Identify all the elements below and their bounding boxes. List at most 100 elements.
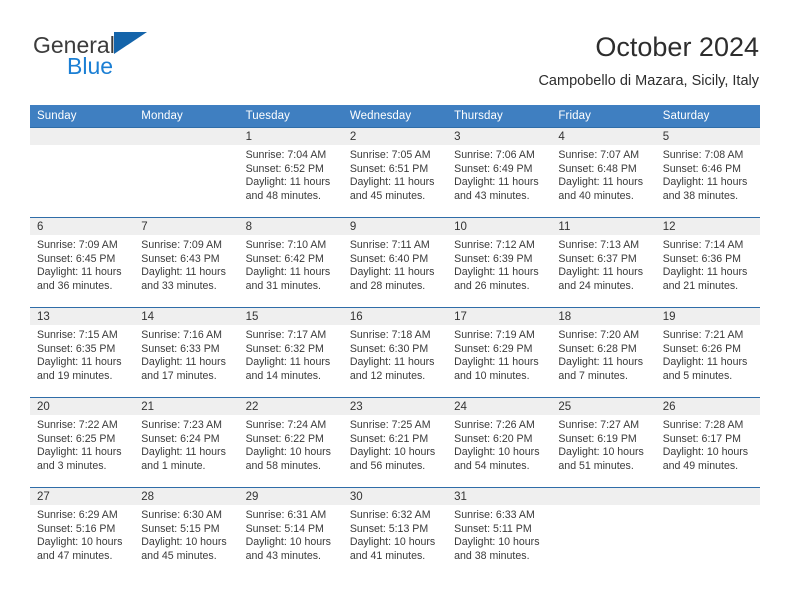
calendar-day-cell[interactable]: 28 Sunrise: 6:30 AM Sunset: 5:15 PM Dayligh… — [134, 487, 239, 578]
day-number: 21 — [134, 398, 239, 415]
calendar-day-cell[interactable]: 22 Sunrise: 7:24 AM Sunset: 6:22 PM Dayligh… — [238, 397, 343, 488]
calendar-day-cell[interactable]: 19 Sunrise: 7:21 AM Sunset: 6:26 PM Dayligh… — [655, 307, 760, 398]
page-subtitle: Campobello di Mazara, Sicily, Italy — [538, 73, 759, 89]
sunset-text: Sunset: 5:13 PM — [349, 522, 429, 535]
day-number: 5 — [655, 128, 760, 145]
sunrise-text: Sunrise: 7:20 AM — [558, 329, 640, 341]
calendar-day-cell[interactable]: 13 Sunrise: 7:15 AM Sunset: 6:35 PM Dayligh… — [30, 307, 135, 398]
calendar-day-cell[interactable]: 5 Sunrise: 7:08 AM Sunset: 6:46 PM Daylight… — [655, 127, 760, 218]
day-details: Sunrise: 7:06 AM Sunset: 6:49 PM Daylight:… — [447, 145, 551, 203]
calendar-grid: Sunday Monday Tuesday Wednesday Thursday… — [30, 105, 760, 578]
daylight-text-line2: and 21 minutes. — [662, 279, 739, 292]
calendar-day-cell[interactable]: 4 Sunrise: 7:07 AM Sunset: 6:48 PM Daylight… — [551, 127, 656, 218]
daylight-text-line2: and 43 minutes. — [454, 189, 530, 202]
calendar-day-cell[interactable]: 29 Sunrise: 6:31 AM Sunset: 5:14 PM Dayligh… — [238, 487, 343, 578]
sunrise-text: Sunrise: 7:06 AM — [454, 149, 535, 161]
weekday-header-wednesday: Wednesday — [342, 105, 448, 128]
day-number — [134, 128, 239, 145]
daylight-text-line2: and 12 minutes. — [349, 369, 426, 382]
day-number: 19 — [655, 308, 760, 325]
day-details: Sunrise: 6:33 AM Sunset: 5:11 PM Daylight:… — [447, 505, 551, 563]
page-header: General Blue October 2024 Campobello di … — [30, 30, 759, 98]
sunset-text: Sunset: 6:19 PM — [558, 432, 637, 445]
daylight-text-line2: and 56 minutes. — [349, 459, 426, 472]
sunset-text: Sunset: 6:49 PM — [454, 162, 533, 175]
calendar-day-cell[interactable]: 6 Sunrise: 7:09 AM Sunset: 6:45 PM Daylight… — [30, 217, 135, 308]
calendar-day-cell[interactable]: 23 Sunrise: 7:25 AM Sunset: 6:21 PM Dayligh… — [342, 397, 448, 488]
calendar-day-cell[interactable]: 11 Sunrise: 7:13 AM Sunset: 6:37 PM Dayligh… — [551, 217, 656, 308]
daylight-text-line1: Daylight: 10 hours — [141, 536, 227, 549]
sunset-text: Sunset: 6:29 PM — [454, 342, 533, 355]
day-details: Sunrise: 7:17 AM Sunset: 6:32 PM Daylight:… — [239, 325, 343, 383]
daylight-text-line1: Daylight: 11 hours — [558, 266, 644, 279]
calendar-day-cell[interactable]: 14 Sunrise: 7:16 AM Sunset: 6:33 PM Dayligh… — [134, 307, 239, 398]
daylight-text-line2: and 7 minutes. — [558, 369, 628, 382]
daylight-text-line1: Daylight: 11 hours — [454, 266, 539, 279]
sunset-text: Sunset: 6:33 PM — [141, 342, 220, 355]
calendar-day-cell[interactable]: 12 Sunrise: 7:14 AM Sunset: 6:36 PM Dayligh… — [655, 217, 760, 308]
calendar-day-cell[interactable]: 20 Sunrise: 7:22 AM Sunset: 6:25 PM Dayligh… — [30, 397, 135, 488]
calendar-day-cell[interactable]: 15 Sunrise: 7:17 AM Sunset: 6:32 PM Dayligh… — [238, 307, 343, 398]
day-number: 17 — [447, 308, 552, 325]
calendar-day-cell[interactable]: 31 Sunrise: 6:33 AM Sunset: 5:11 PM Dayligh… — [447, 487, 552, 578]
calendar-day-cell[interactable]: 21 Sunrise: 7:23 AM Sunset: 6:24 PM Dayligh… — [134, 397, 239, 488]
calendar-day-cell[interactable]: 1 Sunrise: 7:04 AM Sunset: 6:52 PM Daylight… — [238, 127, 343, 218]
day-number: 2 — [342, 128, 448, 145]
day-number: 13 — [30, 308, 135, 325]
sunset-text: Sunset: 5:14 PM — [245, 522, 324, 535]
daylight-text-line1: Daylight: 11 hours — [349, 356, 435, 369]
day-number: 12 — [655, 218, 760, 235]
sunrise-text: Sunrise: 7:15 AM — [37, 329, 118, 341]
weekday-header-sunday: Sunday — [30, 105, 135, 128]
day-details: Sunrise: 7:13 AM Sunset: 6:37 PM Daylight:… — [551, 235, 655, 293]
day-details: Sunrise: 7:18 AM Sunset: 6:30 PM Daylight:… — [343, 325, 447, 383]
daylight-text-line1: Daylight: 10 hours — [662, 446, 749, 459]
calendar-day-cell[interactable]: 8 Sunrise: 7:10 AM Sunset: 6:42 PM Daylight… — [238, 217, 343, 308]
daylight-text-line2: and 54 minutes. — [454, 459, 530, 472]
sunset-text: Sunset: 5:16 PM — [37, 522, 116, 535]
calendar-day-cell[interactable]: 25 Sunrise: 7:27 AM Sunset: 6:19 PM Dayligh… — [551, 397, 656, 488]
calendar-day-cell[interactable]: 16 Sunrise: 7:18 AM Sunset: 6:30 PM Dayligh… — [342, 307, 448, 398]
day-details: Sunrise: 7:16 AM Sunset: 6:33 PM Daylight:… — [134, 325, 238, 383]
calendar-day-cell[interactable]: 30 Sunrise: 6:32 AM Sunset: 5:13 PM Dayligh… — [342, 487, 448, 578]
calendar-day-cell[interactable]: 10 Sunrise: 7:12 AM Sunset: 6:39 PM Dayligh… — [447, 217, 552, 308]
day-number: 29 — [238, 488, 343, 505]
calendar-day-cell[interactable]: 18 Sunrise: 7:20 AM Sunset: 6:28 PM Dayligh… — [551, 307, 656, 398]
daylight-text-line1: Daylight: 10 hours — [454, 536, 540, 549]
calendar-day-cell[interactable]: 27 Sunrise: 6:29 AM Sunset: 5:16 PM Dayligh… — [30, 487, 135, 578]
sunrise-text: Sunrise: 7:22 AM — [37, 419, 118, 431]
calendar-day-cell[interactable]: 3 Sunrise: 7:06 AM Sunset: 6:49 PM Daylight… — [447, 127, 552, 218]
day-number: 23 — [342, 398, 448, 415]
daylight-text-line1: Daylight: 11 hours — [662, 356, 748, 369]
daylight-text-line1: Daylight: 11 hours — [37, 266, 122, 279]
sunrise-text: Sunrise: 7:11 AM — [349, 239, 430, 251]
daylight-text-line1: Daylight: 11 hours — [37, 356, 122, 369]
day-details: Sunrise: 7:24 AM Sunset: 6:22 PM Daylight:… — [239, 415, 343, 473]
daylight-text-line2: and 1 minute. — [141, 459, 206, 472]
daylight-text-line1: Daylight: 10 hours — [558, 446, 644, 459]
calendar-day-cell[interactable]: 26 Sunrise: 7:28 AM Sunset: 6:17 PM Dayligh… — [655, 397, 760, 488]
sunrise-text: Sunrise: 7:21 AM — [662, 329, 744, 341]
daylight-text-line2: and 17 minutes. — [141, 369, 217, 382]
calendar-day-cell[interactable]: 2 Sunrise: 7:05 AM Sunset: 6:51 PM Daylight… — [342, 127, 448, 218]
daylight-text-line2: and 24 minutes. — [558, 279, 634, 292]
daylight-text-line2: and 26 minutes. — [454, 279, 530, 292]
sunrise-text: Sunrise: 6:30 AM — [141, 509, 222, 521]
day-details: Sunrise: 7:11 AM Sunset: 6:40 PM Daylight:… — [343, 235, 447, 293]
sunset-text: Sunset: 6:21 PM — [349, 432, 429, 445]
daylight-text-line2: and 33 minutes. — [141, 279, 217, 292]
daylight-text-line2: and 38 minutes. — [454, 549, 530, 562]
day-details: Sunrise: 7:28 AM Sunset: 6:17 PM Daylight:… — [656, 415, 760, 473]
calendar-day-cell[interactable]: 9 Sunrise: 7:11 AM Sunset: 6:40 PM Daylight… — [342, 217, 448, 308]
day-details: Sunrise: 6:31 AM Sunset: 5:14 PM Daylight:… — [239, 505, 343, 563]
sunset-text: Sunset: 6:20 PM — [454, 432, 533, 445]
calendar-day-cell[interactable]: 24 Sunrise: 7:26 AM Sunset: 6:20 PM Dayligh… — [447, 397, 552, 488]
day-number: 14 — [134, 308, 239, 325]
daylight-text-line1: Daylight: 11 hours — [454, 176, 539, 189]
sunrise-text: Sunrise: 7:24 AM — [245, 419, 327, 431]
sunrise-text: Sunrise: 7:08 AM — [662, 149, 744, 161]
day-number — [30, 128, 135, 145]
daylight-text-line2: and 3 minutes. — [37, 459, 107, 472]
calendar-day-cell[interactable]: 7 Sunrise: 7:09 AM Sunset: 6:43 PM Daylight… — [134, 217, 239, 308]
calendar-day-cell[interactable]: 17 Sunrise: 7:19 AM Sunset: 6:29 PM Dayligh… — [447, 307, 552, 398]
